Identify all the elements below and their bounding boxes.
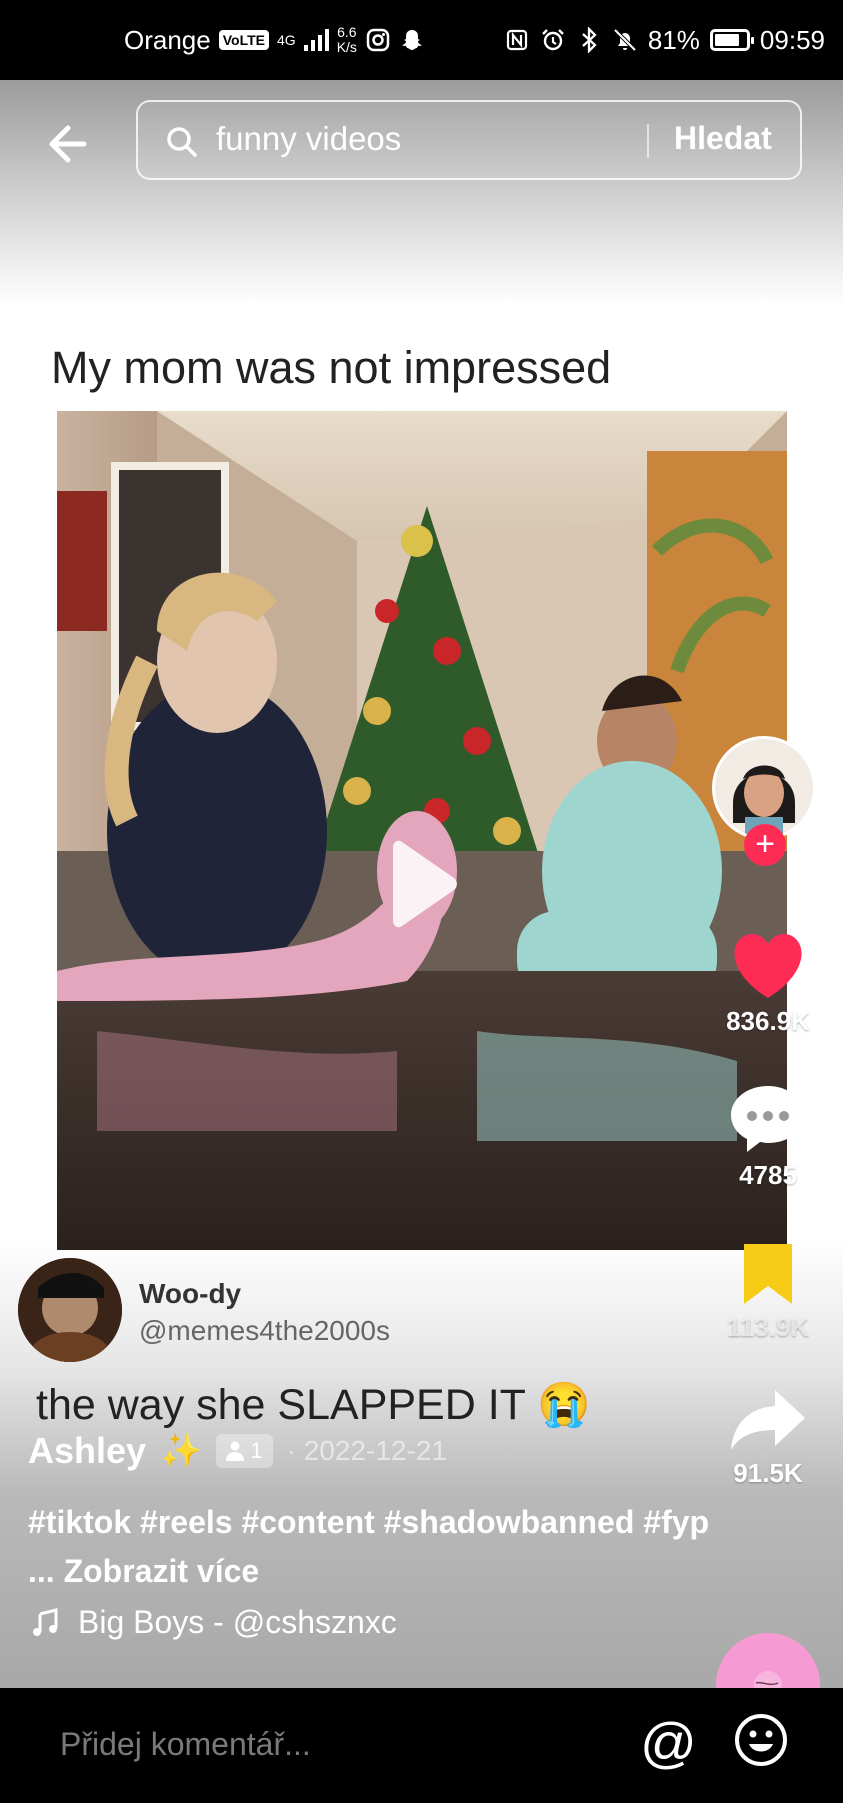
carrier-name: Orange bbox=[124, 24, 211, 55]
status-bar: Orange VoLTE 4G 6.6 K/s 81% 09:59 bbox=[0, 0, 843, 80]
search-button[interactable]: Hledat bbox=[674, 120, 772, 157]
share-icon bbox=[731, 1390, 805, 1450]
search-query: funny videos bbox=[216, 120, 402, 157]
battery-level bbox=[714, 34, 740, 46]
comment-button[interactable]: 4785 bbox=[708, 1082, 828, 1191]
network-speed: 6.6 K/s bbox=[337, 25, 357, 55]
video-user-handle: @memes4the2000s bbox=[139, 1315, 391, 1346]
video-user-name: Woo-dy bbox=[139, 1278, 242, 1309]
search-icon bbox=[167, 127, 197, 157]
comment-bar: Přidej komentář... @ bbox=[0, 1688, 843, 1803]
share-count: 91.5K bbox=[733, 1458, 803, 1488]
person-icon bbox=[226, 1441, 245, 1461]
speed-value: 6.6 bbox=[337, 24, 357, 40]
play-icon[interactable] bbox=[387, 839, 459, 929]
music-note-icon bbox=[33, 1607, 58, 1636]
friends-badge: 1 bbox=[216, 1434, 273, 1468]
video-caption: My mom was not impressed bbox=[51, 342, 612, 393]
battery-icon bbox=[709, 29, 754, 51]
clock: 09:59 bbox=[759, 24, 825, 55]
sparkle-icon: ✨ bbox=[160, 1432, 203, 1470]
author-line: Ashley ✨ 1 · 2022-12-21 bbox=[28, 1430, 447, 1472]
share-button[interactable]: 91.5K bbox=[708, 1388, 828, 1489]
comment-input[interactable]: Přidej komentář... bbox=[60, 1726, 311, 1763]
heart-icon bbox=[734, 934, 802, 998]
follow-button[interactable]: + bbox=[744, 824, 786, 866]
hashtags[interactable]: #tiktok #reels #content #shadowbanned #f… bbox=[28, 1498, 728, 1596]
speed-unit: K/s bbox=[336, 39, 357, 55]
post-date: · 2022-12-21 bbox=[286, 1435, 447, 1466]
video-user-avatar[interactable] bbox=[18, 1258, 122, 1362]
comment-count: 4785 bbox=[739, 1160, 797, 1190]
back-arrow-icon bbox=[49, 125, 87, 163]
video-player[interactable] bbox=[57, 411, 787, 1250]
comment-icon bbox=[731, 1086, 805, 1152]
network-type: 4G bbox=[277, 31, 296, 48]
status-right: 81% 09:59 bbox=[504, 0, 825, 80]
post-description: the way she SLAPPED IT 😭 bbox=[36, 1381, 591, 1429]
alarm-icon bbox=[540, 27, 566, 53]
signal-icon bbox=[303, 29, 329, 51]
bookmark-button[interactable]: 113.9K bbox=[708, 1240, 828, 1343]
emoji-icon[interactable] bbox=[733, 1712, 789, 1768]
like-button[interactable]: 836.9K bbox=[708, 932, 828, 1037]
snapchat-icon bbox=[399, 27, 425, 53]
like-count: 836.9K bbox=[726, 1006, 810, 1036]
music-title: Big Boys - @cshsznxc bbox=[78, 1604, 397, 1640]
video-page[interactable]: funny videos Hledat My mom was not impre… bbox=[0, 80, 843, 1737]
show-more-link[interactable]: Zobrazit více bbox=[64, 1553, 260, 1589]
bookmark-icon bbox=[744, 1244, 792, 1304]
author-name[interactable]: Ashley bbox=[28, 1430, 146, 1472]
friends-count: 1 bbox=[250, 1438, 263, 1463]
bookmark-count: 113.9K bbox=[726, 1312, 810, 1342]
back-button[interactable] bbox=[44, 116, 100, 172]
search-input[interactable]: funny videos Hledat bbox=[136, 100, 802, 180]
nfc-icon bbox=[504, 27, 530, 53]
status-left: Orange VoLTE 4G 6.6 K/s bbox=[124, 0, 425, 80]
bluetooth-icon bbox=[576, 27, 602, 53]
mute-bell-icon bbox=[612, 27, 638, 53]
music-row[interactable]: Big Boys - @cshsznxc bbox=[30, 1604, 397, 1641]
video-thumbnail bbox=[57, 411, 787, 1250]
volte-badge: VoLTE bbox=[218, 30, 269, 50]
instagram-icon bbox=[365, 27, 391, 53]
battery-percent: 81% bbox=[647, 24, 700, 55]
search-divider bbox=[647, 124, 649, 158]
mention-icon[interactable]: @ bbox=[640, 1710, 697, 1775]
